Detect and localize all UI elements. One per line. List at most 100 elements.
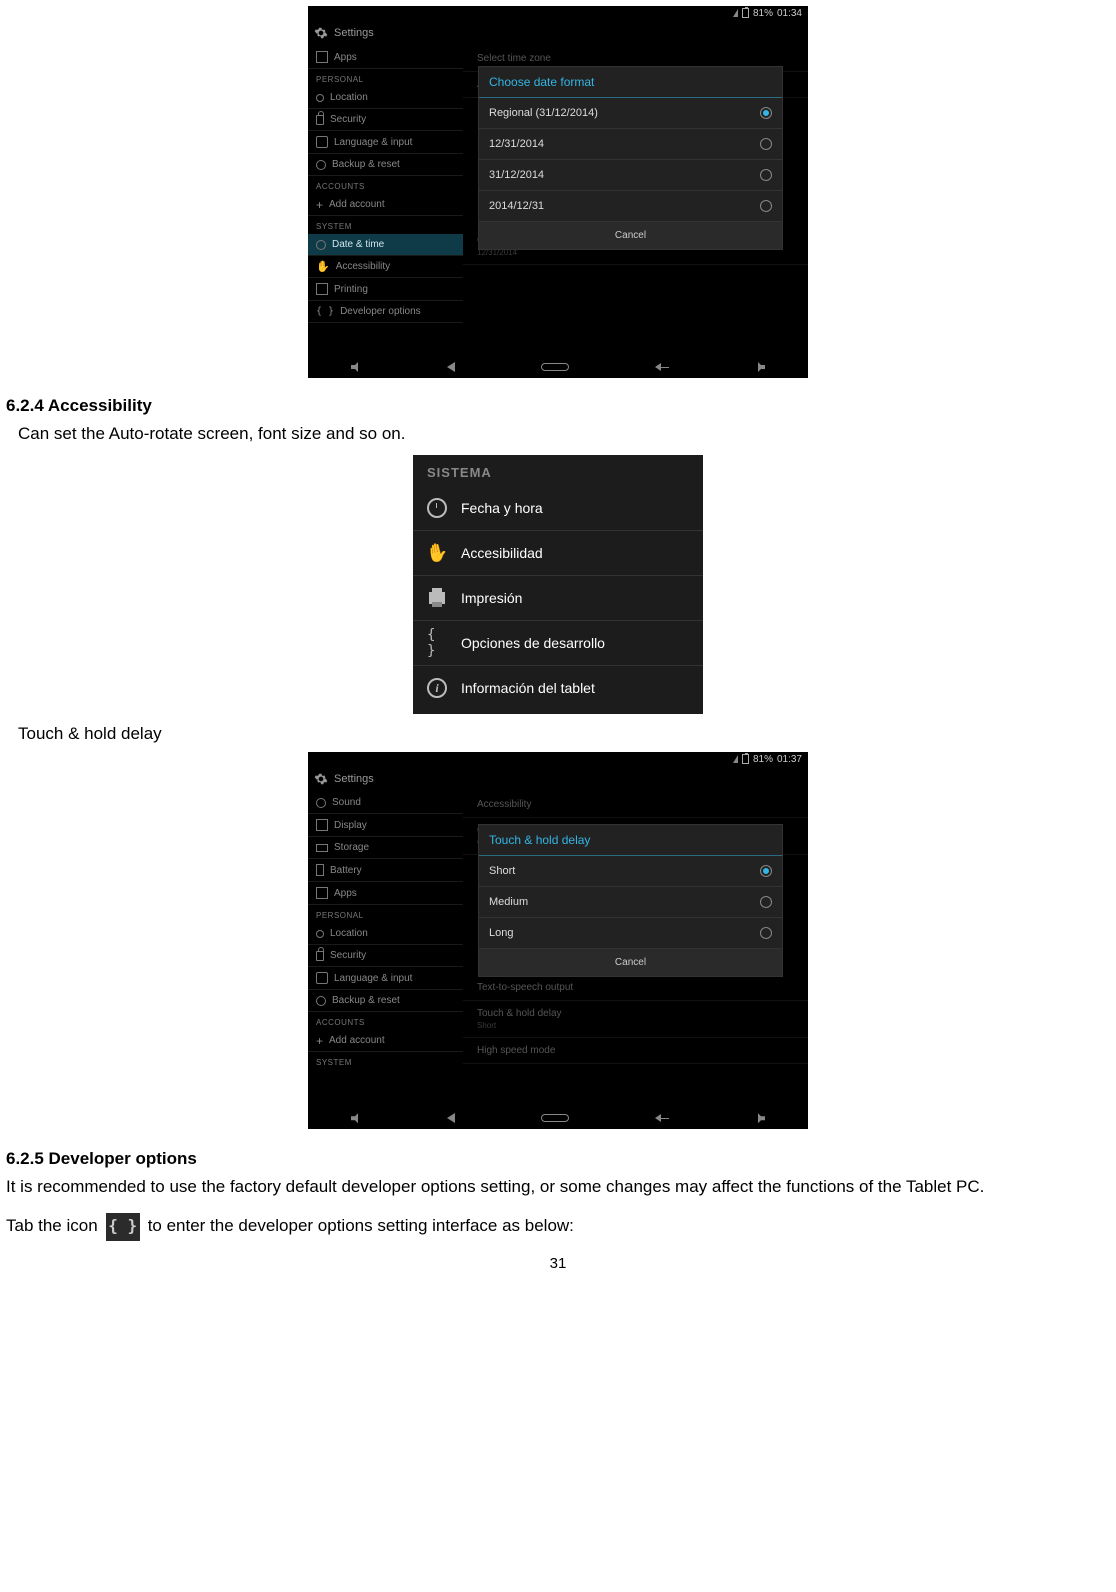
sidebar-item-storage[interactable]: Storage (308, 837, 463, 859)
text-suffix: to enter the developer options setting i… (148, 1210, 574, 1242)
sidebar-item-display[interactable]: Display (308, 814, 463, 837)
sidebar-item-label: Accessibility (336, 261, 390, 272)
sidebar-item-security[interactable]: Security (308, 109, 463, 131)
sidebar-item-date-time[interactable]: Date & time (308, 234, 463, 256)
sidebar-item-label: Developer options (340, 306, 421, 317)
status-bar: 81% 01:34 (308, 6, 808, 20)
volume-down-icon[interactable] (351, 1113, 361, 1123)
sidebar-item-label: Location (330, 92, 368, 103)
recent-icon[interactable] (655, 363, 669, 371)
radio-icon (760, 927, 772, 939)
sidebar-item-label: Apps (334, 52, 357, 63)
menu-item-label: Fecha y hora (461, 500, 543, 516)
menu-item-accesibilidad[interactable]: ✋Accesibilidad (413, 531, 703, 576)
battery-icon (742, 754, 749, 764)
sidebar-item-label: Language & input (334, 973, 412, 984)
app-title: Settings (334, 773, 374, 785)
home-icon[interactable] (541, 363, 569, 371)
sidebar-item-label: Add account (329, 1035, 385, 1046)
sidebar-item-label: Add account (329, 199, 385, 210)
sidebar-item-label: Sound (332, 797, 361, 808)
volume-up-icon[interactable] (755, 1113, 765, 1123)
radio-icon (760, 107, 772, 119)
battery-icon (316, 864, 324, 876)
volume-down-icon[interactable] (351, 362, 361, 372)
sound-icon (316, 798, 326, 808)
menu-item-impresion[interactable]: Impresión (413, 576, 703, 621)
dialog-cancel-button[interactable]: Cancel (479, 222, 782, 249)
sidebar-item-accessibility[interactable]: ✋Accessibility (308, 256, 463, 278)
sidebar-item-battery[interactable]: Battery (308, 859, 463, 882)
menu-item-label: Impresión (461, 590, 522, 606)
clock-icon (427, 498, 447, 518)
clock-icon (316, 240, 326, 250)
caption-touch-hold: Touch & hold delay (18, 724, 1110, 744)
sidebar-item-add-account[interactable]: +Add account (308, 194, 463, 216)
sidebar-item-backup[interactable]: Backup & reset (308, 154, 463, 176)
setting-row[interactable]: Text-to-speech output (463, 975, 808, 1001)
home-icon[interactable] (541, 1114, 569, 1122)
sidebar-item-location[interactable]: Location (308, 87, 463, 109)
row-label: Select time zone (477, 53, 551, 64)
sidebar-item-label: Date & time (332, 239, 384, 250)
sidebar-item-backup[interactable]: Backup & reset (308, 990, 463, 1012)
back-icon[interactable] (447, 362, 455, 372)
printer-icon (427, 588, 447, 608)
back-icon[interactable] (447, 1113, 455, 1123)
dialog-option[interactable]: Regional (31/12/2014) (479, 98, 782, 129)
row-label: Text-to-speech output (477, 982, 573, 993)
sidebar-item-add-account[interactable]: +Add account (308, 1030, 463, 1052)
menu-item-desarrollo[interactable]: { }Opciones de desarrollo (413, 621, 703, 666)
lock-icon (316, 951, 324, 961)
status-time: 01:34 (777, 8, 802, 19)
sidebar-item-developer[interactable]: { }Developer options (308, 301, 463, 323)
section-heading-625: 6.2.5 Developer options (6, 1149, 1110, 1169)
option-label: Regional (31/12/2014) (489, 107, 598, 119)
developer-options-icon: { } (106, 1213, 140, 1241)
info-icon: i (427, 678, 447, 698)
sidebar-item-language[interactable]: Language & input (308, 131, 463, 154)
gear-icon (314, 772, 328, 786)
menu-item-fecha[interactable]: Fecha y hora (413, 486, 703, 531)
setting-row[interactable]: Touch & hold delayShort (463, 1001, 808, 1038)
sidebar-item-location[interactable]: Location (308, 923, 463, 945)
location-icon (316, 94, 324, 102)
dialog-option[interactable]: 2014/12/31 (479, 191, 782, 222)
menu-item-informacion[interactable]: iInformación del tablet (413, 666, 703, 710)
sidebar-item-apps[interactable]: Apps (308, 882, 463, 905)
volume-up-icon[interactable] (755, 362, 765, 372)
recent-icon[interactable] (655, 1114, 669, 1122)
dialog-option[interactable]: Medium (479, 887, 782, 918)
status-time: 01:37 (777, 754, 802, 765)
battery-percent: 81% (753, 754, 773, 765)
sidebar-item-label: Storage (334, 842, 369, 853)
dialog-option[interactable]: 31/12/2014 (479, 160, 782, 191)
radio-icon (760, 200, 772, 212)
sidebar-item-label: Display (334, 820, 367, 831)
nav-bar (308, 356, 808, 378)
dialog-option[interactable]: Long (479, 918, 782, 949)
dialog-option[interactable]: Short (479, 856, 782, 887)
dialog-option[interactable]: 12/31/2014 (479, 129, 782, 160)
backup-icon (316, 160, 326, 170)
sidebar-item-printing[interactable]: Printing (308, 278, 463, 301)
language-icon (316, 972, 328, 984)
sidebar-item-label: Security (330, 950, 366, 961)
text-prefix: Tab the icon (6, 1210, 98, 1242)
lock-icon (316, 115, 324, 125)
app-bar: Settings (308, 766, 808, 792)
setting-row[interactable]: High speed mode (463, 1038, 808, 1064)
radio-icon (760, 865, 772, 877)
dialog-cancel-button[interactable]: Cancel (479, 949, 782, 976)
setting-row[interactable]: Accessibility (463, 792, 808, 818)
backup-icon (316, 996, 326, 1006)
sidebar-section-system: SYSTEM (308, 1052, 463, 1070)
sidebar-item-sound[interactable]: Sound (308, 792, 463, 814)
gear-icon (314, 26, 328, 40)
sidebar-item-security[interactable]: Security (308, 945, 463, 967)
sidebar-item-apps[interactable]: Apps (308, 46, 463, 69)
sidebar-item-language[interactable]: Language & input (308, 967, 463, 990)
storage-icon (316, 844, 328, 852)
menu-item-label: Opciones de desarrollo (461, 635, 605, 651)
dev-tap-instruction: Tab the icon { } to enter the developer … (6, 1210, 1110, 1242)
